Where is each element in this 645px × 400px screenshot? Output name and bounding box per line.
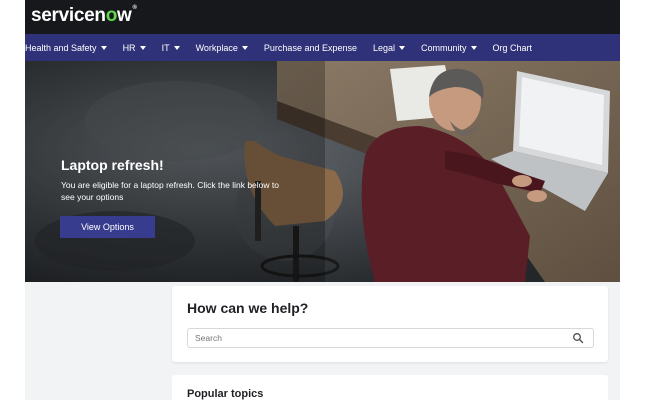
nav-item-label: IT — [161, 42, 170, 53]
nav-item-it[interactable]: IT — [162, 43, 180, 53]
nav-item-workplace[interactable]: Workplace — [196, 43, 248, 53]
logo-registered-mark: ® — [132, 5, 137, 11]
nav-item-label: Community — [421, 42, 467, 53]
logo-text-prefix: servicen — [31, 5, 106, 26]
popular-topics-title: Popular topics — [187, 388, 264, 400]
nav-item-label: Health and Safety — [25, 42, 97, 53]
nav-item-org-chart[interactable]: Org Chart — [493, 43, 533, 53]
hero-title: Laptop refresh! — [61, 157, 164, 173]
caret-down-icon — [241, 45, 248, 50]
nav-item-label: Purchase and Expense — [263, 42, 357, 53]
hero-description: You are eligible for a laptop refresh. C… — [61, 180, 279, 202]
nav-item-label: Org Chart — [492, 42, 533, 53]
nav-item-legal[interactable]: Legal — [373, 42, 406, 53]
nav-item-purchase-and-expense[interactable]: Purchase and Expense — [264, 43, 357, 53]
nav-item-health-and-safety[interactable]: Health and Safety — [25, 43, 107, 53]
logo-text-suffix: w — [117, 5, 132, 26]
help-card: How can we help? — [172, 286, 608, 362]
logo-accent-o: o — [105, 5, 118, 26]
caret-down-icon — [470, 45, 477, 50]
caret-down-icon — [173, 45, 180, 50]
nav-item-hr[interactable]: HR — [123, 43, 146, 53]
view-options-button[interactable]: View Options — [60, 216, 155, 238]
caret-down-icon — [100, 45, 107, 50]
nav-item-community[interactable]: Community — [421, 43, 477, 53]
portal-frame: servicenow® Health and Safety HR IT Work… — [25, 0, 620, 400]
hero-banner: Laptop refresh! You are eligible for a l… — [25, 61, 620, 282]
nav-item-label: HR — [122, 42, 136, 53]
search-icon[interactable] — [572, 332, 584, 344]
caret-down-icon — [139, 45, 146, 50]
nav-item-label: Workplace — [195, 42, 238, 53]
nav-item-label: Legal — [373, 42, 396, 53]
popular-topics-card: Popular topics — [172, 375, 608, 400]
main-nav: Health and Safety HR IT Workplace Purcha… — [25, 34, 620, 61]
help-title: How can we help? — [187, 300, 309, 316]
top-bar: servicenow® — [25, 0, 620, 34]
servicenow-logo[interactable]: servicenow® — [31, 5, 137, 27]
caret-down-icon — [399, 45, 406, 50]
search-input[interactable] — [187, 328, 594, 348]
